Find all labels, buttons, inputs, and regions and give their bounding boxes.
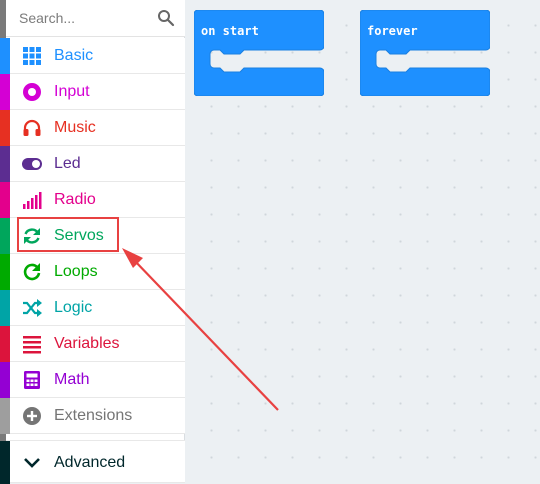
annotation-arrow [122, 248, 279, 411]
